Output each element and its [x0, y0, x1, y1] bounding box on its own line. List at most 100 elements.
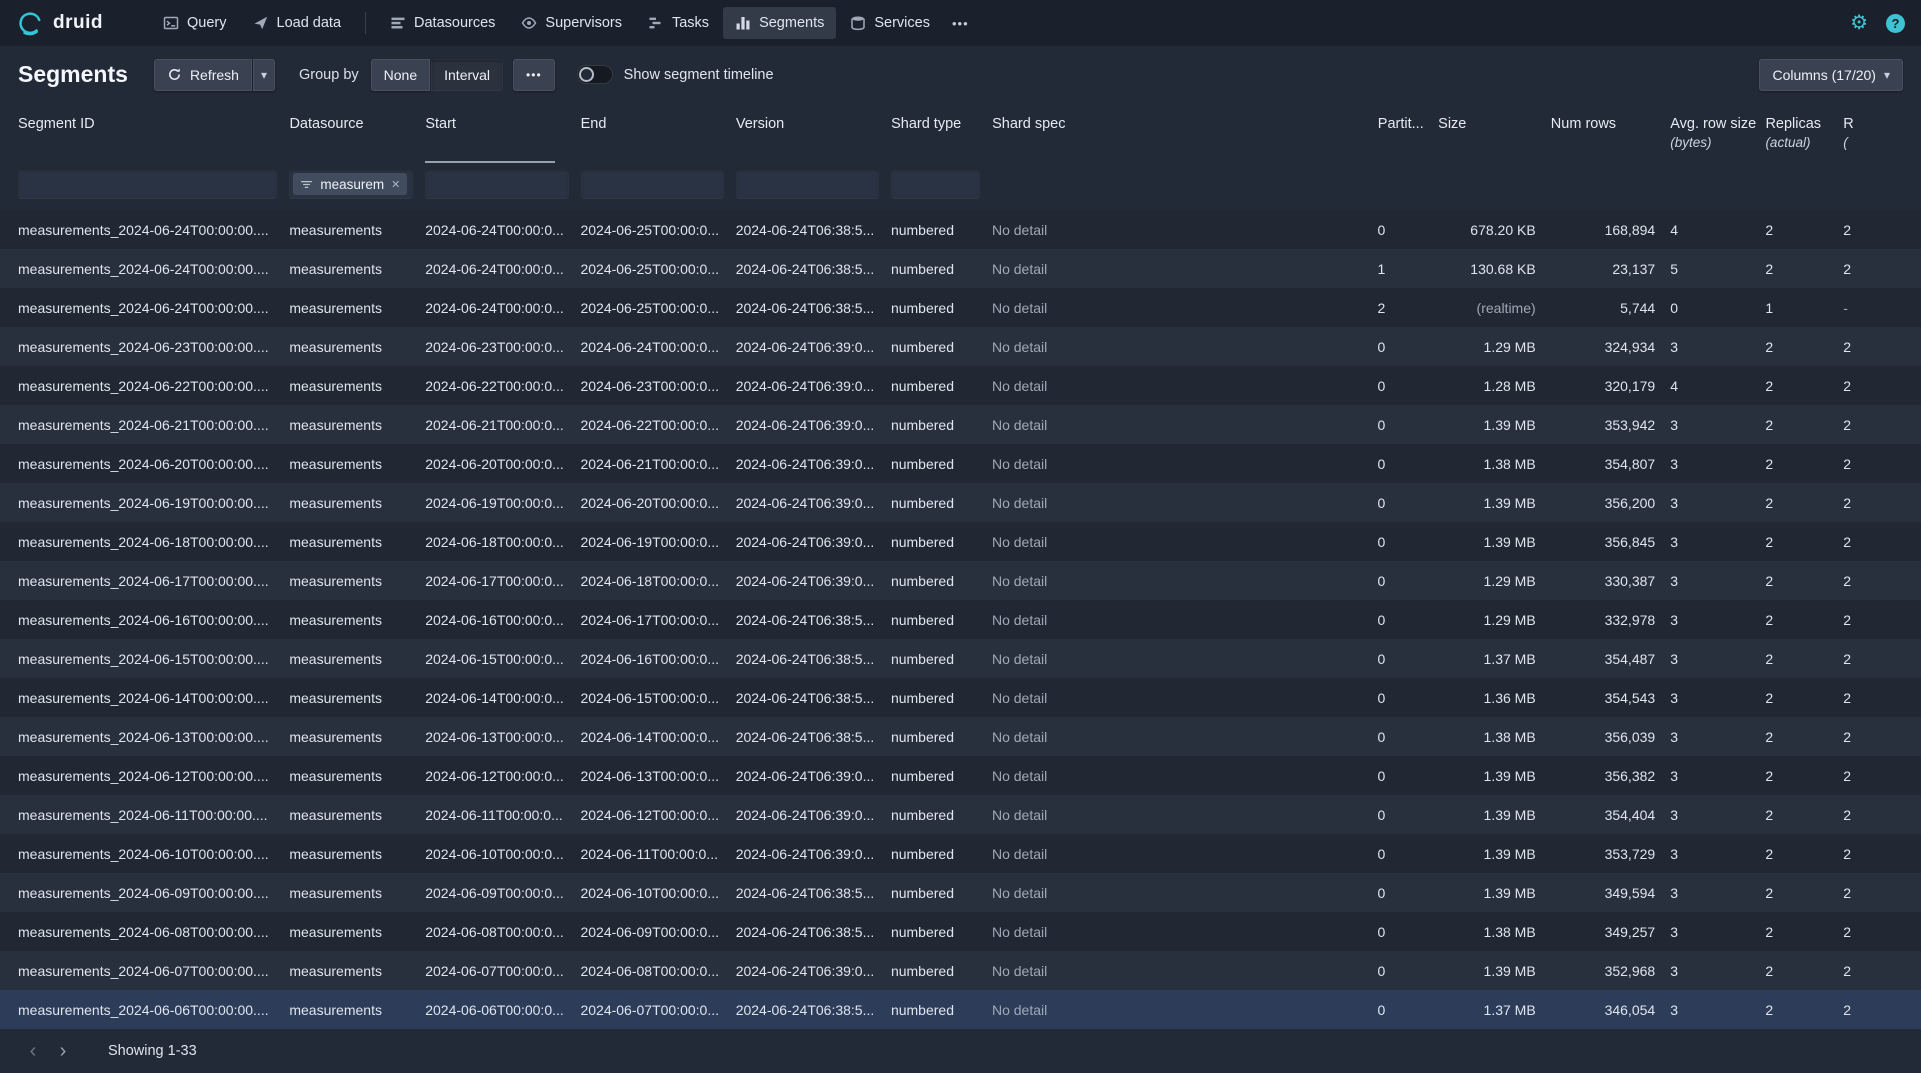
- cell-avg_row_size: 3: [1670, 807, 1765, 823]
- column-header-shard_type[interactable]: Shard type: [891, 116, 992, 163]
- cell-version: 2024-06-24T06:39:0...: [736, 339, 891, 355]
- group-by-none-button[interactable]: None: [371, 59, 430, 91]
- column-header-datasource[interactable]: Datasource: [289, 116, 425, 163]
- cell-end: 2024-06-11T00:00:0...: [580, 846, 735, 862]
- filter-input-datasource[interactable]: measurem✕: [289, 169, 413, 199]
- cell-shard_spec: No detail: [992, 378, 1378, 394]
- help-icon[interactable]: ?: [1886, 14, 1905, 33]
- table-row[interactable]: measurements_2024-06-12T00:00:00....meas…: [0, 756, 1921, 795]
- table-row[interactable]: measurements_2024-06-22T00:00:00....meas…: [0, 366, 1921, 405]
- column-header-start[interactable]: Start: [425, 116, 580, 163]
- nav-more-button[interactable]: •••: [942, 16, 979, 31]
- druid-brand[interactable]: druid: [16, 9, 103, 37]
- cell-segment_id: measurements_2024-06-06T00:00:00....: [18, 1002, 289, 1018]
- column-header-num_rows[interactable]: Num rows: [1551, 116, 1670, 163]
- cell-num_rows: 353,942: [1551, 417, 1671, 433]
- more-options-button[interactable]: •••: [513, 59, 555, 91]
- table-row[interactable]: measurements_2024-06-20T00:00:00....meas…: [0, 444, 1921, 483]
- cell-avg_row_size: 3: [1670, 1002, 1765, 1018]
- cell-shard_type: numbered: [891, 1002, 992, 1018]
- nav-item-query[interactable]: Query: [151, 7, 239, 39]
- column-header-partition[interactable]: Partit...: [1378, 116, 1438, 163]
- cell-replicas: 2: [1765, 378, 1843, 394]
- nav-item-tasks[interactable]: Tasks: [636, 7, 721, 39]
- cell-num_rows: 168,894: [1551, 222, 1671, 238]
- table-row[interactable]: measurements_2024-06-08T00:00:00....meas…: [0, 912, 1921, 951]
- filter-text-input-start[interactable]: [429, 175, 564, 193]
- column-header-avg_row_size[interactable]: Avg. row size(bytes): [1670, 116, 1765, 163]
- filter-input-end[interactable]: [581, 169, 724, 199]
- cell-avg_row_size: 4: [1670, 378, 1765, 394]
- table-row[interactable]: measurements_2024-06-15T00:00:00....meas…: [0, 639, 1921, 678]
- column-header-version[interactable]: Version: [736, 116, 891, 163]
- filter-text-input-end[interactable]: [585, 175, 720, 193]
- table-row[interactable]: measurements_2024-06-24T00:00:00....meas…: [0, 210, 1921, 249]
- cell-size: 1.39 MB: [1438, 807, 1551, 823]
- nav-item-supervisors[interactable]: Supervisors: [509, 7, 634, 39]
- supervisors-icon: [521, 15, 537, 31]
- segment-timeline-toggle[interactable]: Show segment timeline: [577, 65, 774, 84]
- next-page-button[interactable]: ›: [48, 1036, 78, 1066]
- group-by-interval-button[interactable]: Interval: [431, 59, 503, 91]
- table-row[interactable]: measurements_2024-06-14T00:00:00....meas…: [0, 678, 1921, 717]
- column-header-shard_spec[interactable]: Shard spec: [992, 116, 1378, 163]
- cell-end: 2024-06-16T00:00:0...: [580, 651, 735, 667]
- nav-item-datasources[interactable]: Datasources: [378, 7, 507, 39]
- cell-segment_id: measurements_2024-06-24T00:00:00....: [18, 300, 289, 316]
- filter-cell-start: [425, 169, 580, 210]
- remove-filter-icon[interactable]: ✕: [391, 178, 400, 191]
- nav-item-load-data[interactable]: Load data: [241, 7, 354, 39]
- nav-item-services[interactable]: Services: [838, 7, 942, 39]
- filter-text-input-version[interactable]: [740, 175, 875, 193]
- column-header-segment_id[interactable]: Segment ID: [18, 116, 289, 163]
- cell-partition: 0: [1378, 534, 1438, 550]
- column-header-replication[interactable]: R(: [1843, 116, 1921, 163]
- cell-version: 2024-06-24T06:38:5...: [736, 612, 891, 628]
- filter-text-input-shard_type[interactable]: [895, 175, 976, 193]
- table-row[interactable]: measurements_2024-06-06T00:00:00....meas…: [0, 990, 1921, 1029]
- column-header-replicas[interactable]: Replicas(actual): [1765, 116, 1843, 163]
- cell-num_rows: 356,039: [1551, 729, 1671, 745]
- column-header-sublabel: (bytes): [1670, 135, 1755, 150]
- table-row[interactable]: measurements_2024-06-13T00:00:00....meas…: [0, 717, 1921, 756]
- cell-version: 2024-06-24T06:38:5...: [736, 924, 891, 940]
- cell-partition: 0: [1378, 456, 1438, 472]
- refresh-caret-button[interactable]: ▾: [253, 59, 275, 91]
- table-row[interactable]: measurements_2024-06-07T00:00:00....meas…: [0, 951, 1921, 990]
- table-row[interactable]: measurements_2024-06-10T00:00:00....meas…: [0, 834, 1921, 873]
- cell-avg_row_size: 3: [1670, 651, 1765, 667]
- column-header-end[interactable]: End: [581, 116, 736, 163]
- table-row[interactable]: measurements_2024-06-19T00:00:00....meas…: [0, 483, 1921, 522]
- filter-text-input-segment_id[interactable]: [22, 175, 273, 193]
- filter-input-version[interactable]: [736, 169, 879, 199]
- datasource-filter-tag[interactable]: measurem✕: [293, 173, 407, 195]
- table-row[interactable]: measurements_2024-06-17T00:00:00....meas…: [0, 561, 1921, 600]
- cell-size: 1.28 MB: [1438, 378, 1551, 394]
- settings-gear-icon[interactable]: ⚙: [1850, 13, 1868, 33]
- cell-avg_row_size: 0: [1670, 300, 1765, 316]
- cell-partition: 2: [1378, 300, 1438, 316]
- table-row[interactable]: measurements_2024-06-24T00:00:00....meas…: [0, 288, 1921, 327]
- nav-item-segments[interactable]: Segments: [723, 7, 836, 39]
- table-row[interactable]: measurements_2024-06-16T00:00:00....meas…: [0, 600, 1921, 639]
- refresh-button[interactable]: Refresh: [154, 59, 252, 91]
- table-row[interactable]: measurements_2024-06-11T00:00:00....meas…: [0, 795, 1921, 834]
- column-header-label: Replicas: [1765, 116, 1821, 132]
- prev-page-button[interactable]: ‹: [18, 1036, 48, 1066]
- cell-partition: 0: [1378, 573, 1438, 589]
- table-row[interactable]: measurements_2024-06-23T00:00:00....meas…: [0, 327, 1921, 366]
- showing-count: Showing 1-33: [108, 1043, 197, 1059]
- column-header-size[interactable]: Size: [1438, 116, 1551, 163]
- table-row[interactable]: measurements_2024-06-09T00:00:00....meas…: [0, 873, 1921, 912]
- cell-replication: 2: [1843, 651, 1921, 667]
- table-row[interactable]: measurements_2024-06-21T00:00:00....meas…: [0, 405, 1921, 444]
- filter-input-segment_id[interactable]: [18, 169, 277, 199]
- columns-picker-button[interactable]: Columns (17/20) ▾: [1759, 59, 1903, 91]
- table-row[interactable]: measurements_2024-06-18T00:00:00....meas…: [0, 522, 1921, 561]
- table-row[interactable]: measurements_2024-06-24T00:00:00....meas…: [0, 249, 1921, 288]
- cell-shard_spec: No detail: [992, 261, 1378, 277]
- filter-input-shard_type[interactable]: [891, 169, 980, 199]
- filter-cell-size: [1438, 169, 1551, 210]
- cell-segment_id: measurements_2024-06-14T00:00:00....: [18, 690, 289, 706]
- filter-input-start[interactable]: [425, 169, 568, 199]
